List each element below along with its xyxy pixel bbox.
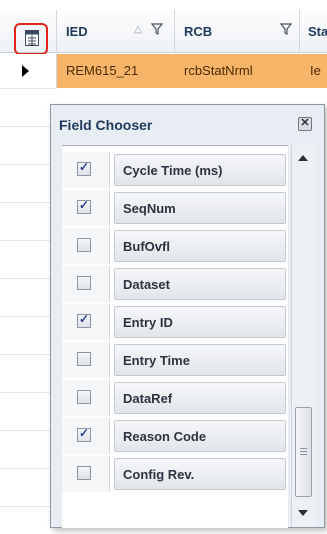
checkbox-cell [62, 380, 110, 416]
field-label-button[interactable]: Entry ID [114, 306, 286, 338]
column-header-status-label: Sta [308, 24, 327, 39]
field-checkbox[interactable]: ✓ [77, 198, 91, 214]
row-divider [0, 202, 57, 203]
field-checkbox[interactable] [77, 238, 91, 252]
selected-row-cells[interactable]: REM615_21 rcbStatNrml Ie [57, 54, 327, 88]
row-divider [0, 164, 57, 165]
cell-status: Ie [310, 63, 321, 78]
checkbox-cell: ✓ [62, 418, 110, 454]
checkbox-cell: ✓ [62, 190, 110, 226]
field-label: Entry Time [123, 353, 190, 368]
field-label-button[interactable]: Cycle Time (ms) [114, 154, 286, 186]
checkbox-cell [62, 342, 110, 378]
field-label: Cycle Time (ms) [123, 163, 223, 178]
column-header-ied[interactable]: IED △ [57, 10, 175, 52]
checkbox-cell [62, 228, 110, 264]
close-button[interactable]: ✕ [298, 117, 312, 131]
row-divider [0, 240, 57, 241]
field-checkbox[interactable]: ✓ [77, 160, 91, 176]
scrollbar-thumb[interactable] [295, 407, 312, 497]
field-label-button[interactable]: DataRef [114, 382, 286, 414]
field-label-button[interactable]: Config Rev. [114, 458, 286, 490]
field-label-button[interactable]: Entry Time [114, 344, 286, 376]
scroll-down-icon[interactable] [298, 510, 308, 516]
field-chooser-dialog: Field Chooser ✕ ✓ Cycle Time (ms) ✓ SeqNum B… [50, 104, 325, 528]
field-chooser-item[interactable]: BufOvfl [62, 228, 288, 264]
checkmark-icon: ✓ [79, 312, 90, 326]
field-checkbox[interactable] [77, 276, 91, 290]
field-label-button[interactable]: SeqNum [114, 192, 286, 224]
row-divider [0, 392, 57, 393]
scroll-up-icon[interactable] [298, 155, 308, 161]
field-label: DataRef [123, 391, 173, 406]
checkmark-icon: ✓ [79, 426, 90, 440]
field-label-button[interactable]: Reason Code [114, 420, 286, 452]
checkbox-cell: ✓ [62, 304, 110, 340]
checkmark-icon: ✓ [79, 160, 90, 174]
sort-asc-icon[interactable]: △ [134, 24, 142, 35]
row-divider [0, 278, 57, 279]
close-icon: ✕ [300, 117, 310, 129]
field-chooser-button[interactable] [14, 23, 48, 55]
column-header-rcb-label: RCB [184, 24, 213, 39]
row-divider [0, 88, 57, 89]
field-checkbox[interactable]: ✓ [77, 312, 91, 328]
field-chooser-item[interactable]: ✓ Cycle Time (ms) [62, 152, 288, 188]
row-divider [0, 126, 57, 127]
field-chooser-item[interactable]: ✓ Reason Code [62, 418, 288, 454]
field-label: Entry ID [123, 315, 173, 330]
field-label: Config Rev. [123, 467, 195, 482]
checkbox-cell: ✓ [62, 152, 110, 188]
field-chooser-item[interactable]: ✓ SeqNum [62, 190, 288, 226]
field-checkbox[interactable] [77, 390, 91, 404]
row-divider [0, 354, 57, 355]
field-label-button[interactable]: BufOvfl [114, 230, 286, 262]
field-chooser-item[interactable]: DataRef [62, 380, 288, 416]
field-label: Dataset [123, 277, 170, 292]
field-chooser-item[interactable]: ✓ Entry ID [62, 304, 288, 340]
row-divider [0, 430, 57, 431]
row-divider [0, 316, 57, 317]
cell-rcb: rcbStatNrml [184, 63, 253, 78]
checkbox-cell [62, 456, 110, 492]
field-label-button[interactable]: Dataset [114, 268, 286, 300]
table-row[interactable]: REM615_21 rcbStatNrml Ie [0, 54, 327, 88]
cell-ied: REM615_21 [66, 63, 139, 78]
vertical-scrollbar[interactable] [291, 145, 315, 527]
grip-line [300, 448, 307, 449]
grip-line [300, 454, 307, 455]
field-label: Reason Code [123, 429, 207, 444]
row-indicator [0, 54, 57, 88]
field-chooser-item[interactable]: Dataset [62, 266, 288, 302]
field-label: SeqNum [123, 201, 176, 216]
row-divider [0, 468, 57, 469]
checkbox-cell [62, 266, 110, 302]
field-checkbox[interactable]: ✓ [77, 426, 91, 442]
column-header-rcb[interactable]: RCB [175, 10, 300, 52]
field-chooser-item[interactable]: Entry Time [62, 342, 288, 378]
field-checkbox[interactable] [77, 352, 91, 366]
field-chooser-title: Field Chooser [59, 117, 153, 133]
filter-icon[interactable] [280, 23, 292, 35]
current-row-arrow-icon [22, 65, 29, 77]
row-divider [0, 506, 57, 507]
field-chooser-icon [25, 30, 39, 46]
field-chooser-item[interactable]: Config Rev. [62, 456, 288, 492]
column-header-ied-label: IED [66, 24, 88, 39]
grid-header: IED △ RCB Sta [0, 10, 327, 55]
field-chooser-list: ✓ Cycle Time (ms) ✓ SeqNum BufOvfl Dataset ✓ En… [62, 145, 288, 528]
grip-line [300, 451, 307, 452]
field-checkbox[interactable] [77, 466, 91, 480]
checkmark-icon: ✓ [79, 198, 90, 212]
field-label: BufOvfl [123, 239, 170, 254]
column-header-status[interactable]: Sta [300, 10, 327, 52]
filter-icon[interactable] [151, 23, 163, 35]
